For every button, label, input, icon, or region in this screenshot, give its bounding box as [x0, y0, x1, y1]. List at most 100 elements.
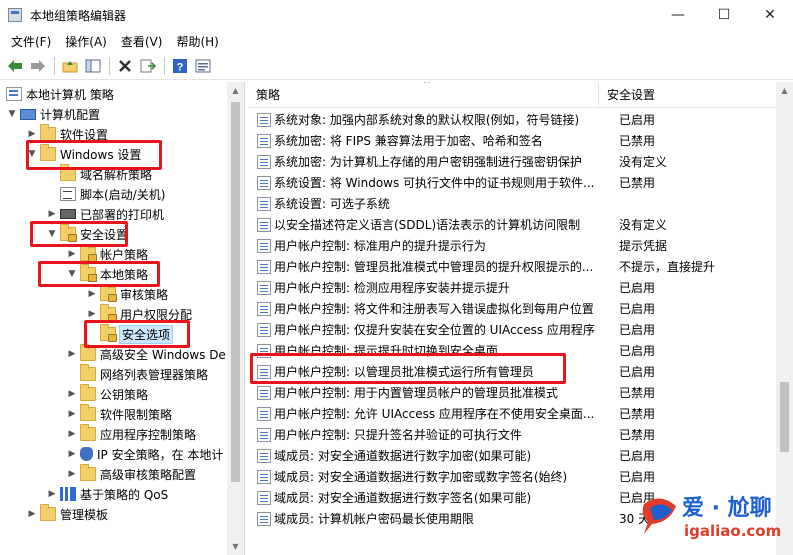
tree-scrollbar[interactable]: ▲ ▼	[227, 82, 244, 555]
tree-item-deployed-printers[interactable]: ▶ 已部署的打印机	[46, 204, 164, 224]
table-row[interactable]: 系统加密: 将 FIPS 兼容算法用于加密、哈希和签名 已禁用	[248, 130, 776, 151]
tree-item-audit-policy[interactable]: ▶ 审核策略	[86, 284, 168, 304]
policy-item-icon	[257, 154, 271, 169]
table-row-admin-approval-mode[interactable]: 用户帐户控制: 以管理员批准模式运行所有管理员 已启用	[248, 361, 776, 382]
chevron-right-icon[interactable]: ▶	[66, 409, 78, 419]
table-row[interactable]: 用户帐户控制: 提示提升时切换到安全桌面 已启用	[248, 340, 776, 361]
folder-icon	[80, 344, 96, 361]
properties-icon[interactable]	[192, 55, 214, 77]
tree-item-account-policies[interactable]: ▶ 帐户策略	[66, 244, 148, 264]
chevron-down-icon[interactable]: ▼	[66, 269, 78, 279]
chevron-down-icon[interactable]: ▼	[46, 229, 58, 239]
table-row[interactable]: 系统对象: 加强内部系统对象的默认权限(例如，符号链接) 已启用	[248, 109, 776, 130]
policy-list[interactable]: ^ 策略 安全设置 系统对象: 加强内部系统对象的默认权限(例如，符号链接) 已启…	[248, 82, 793, 555]
menu-action[interactable]: 操作(A)	[58, 33, 114, 50]
chevron-right-icon[interactable]: ▶	[46, 489, 58, 499]
minimize-button[interactable]: —	[655, 0, 701, 30]
tree-label: 安全选项	[118, 324, 174, 344]
forward-icon[interactable]	[27, 55, 49, 77]
policy-setting: 已启用	[619, 344, 656, 358]
tree-item-qos[interactable]: ▶ 基于策略的 QoS	[46, 484, 168, 504]
chevron-right-icon[interactable]: ▶	[66, 389, 78, 399]
tree-label: 应用程序控制策略	[100, 427, 197, 442]
menu-help[interactable]: 帮助(H)	[169, 33, 225, 50]
table-row[interactable]: 用户帐户控制: 标准用户的提升提示行为 提示凭据	[248, 235, 776, 256]
policy-name: 域成员: 对安全通道数据进行数字签名(如果可能)	[274, 491, 532, 505]
delete-icon[interactable]	[114, 55, 136, 77]
chevron-down-icon[interactable]: ▼	[6, 109, 18, 119]
up-folder-icon[interactable]	[59, 55, 81, 77]
lock-folder-icon	[100, 304, 117, 322]
column-header-setting[interactable]: 安全设置	[599, 82, 655, 107]
tree-label: IP 安全策略，在 本地计	[97, 447, 224, 462]
tree-item-user-rights[interactable]: ▶ 用户权限分配	[86, 304, 192, 324]
sort-ascending-icon: ^	[423, 82, 431, 90]
scrollbar-thumb[interactable]	[780, 382, 789, 452]
tree-item-security-options[interactable]: 安全选项	[86, 324, 174, 344]
scroll-down-icon[interactable]: ▼	[227, 538, 244, 555]
scrollbar-thumb[interactable]	[231, 102, 240, 482]
chevron-right-icon[interactable]: ▶	[66, 469, 78, 479]
back-icon[interactable]	[4, 55, 26, 77]
column-header-policy[interactable]: ^ 策略	[248, 82, 599, 107]
tree-item-security-settings[interactable]: ▼ 安全设置	[46, 224, 128, 244]
table-row[interactable]: 用户帐户控制: 只提升签名并验证的可执行文件 已禁用	[248, 424, 776, 445]
chevron-right-icon[interactable]: ▶	[26, 129, 38, 139]
table-row[interactable]: 用户帐户控制: 仅提升安装在安全位置的 UIAccess 应用程序 已启用	[248, 319, 776, 340]
chevron-right-icon[interactable]: ▶	[26, 509, 38, 519]
tree-item-advanced-firewall[interactable]: ▶ 高级安全 Windows De	[66, 344, 226, 364]
folder-icon	[80, 464, 96, 481]
scroll-up-icon[interactable]: ▲	[227, 82, 244, 99]
folder-icon	[80, 404, 96, 421]
column-label: 安全设置	[607, 88, 656, 102]
tree-item-app-control[interactable]: ▶ 应用程序控制策略	[66, 424, 196, 444]
qos-icon	[60, 487, 76, 501]
table-row[interactable]: 用户帐户控制: 管理员批准模式中管理员的提升权限提示的... 不提示，直接提升	[248, 256, 776, 277]
folder-icon	[40, 144, 56, 161]
tree-item-software-settings[interactable]: ▶ 软件设置	[26, 124, 108, 144]
table-row[interactable]: 系统设置: 可选子系统	[248, 193, 776, 214]
tree-item-local-policy[interactable]: 本地计算机 策略	[4, 84, 114, 104]
folder-icon	[60, 164, 76, 181]
tree-item-public-key[interactable]: ▶ 公钥策略	[66, 384, 148, 404]
tree-item-name-resolution-policy[interactable]: 域名解析策略	[46, 164, 152, 184]
chevron-right-icon[interactable]: ▶	[66, 429, 78, 439]
tree-item-local-policies[interactable]: ▼ 本地策略	[66, 264, 148, 284]
export-icon[interactable]	[137, 55, 159, 77]
chevron-right-icon[interactable]: ▶	[66, 249, 78, 259]
maximize-button[interactable]: ☐	[701, 0, 747, 30]
tree-item-network-list[interactable]: 网络列表管理器策略	[66, 364, 208, 384]
close-button[interactable]: ✕	[747, 0, 793, 30]
show-hide-tree-icon[interactable]	[82, 55, 104, 77]
chevron-right-icon[interactable]: ▶	[86, 289, 98, 299]
chevron-right-icon[interactable]: ▶	[86, 309, 98, 319]
tree-item-ip-security[interactable]: ▶ IP 安全策略，在 本地计	[66, 444, 223, 464]
scroll-up-icon[interactable]: ▲	[776, 82, 793, 99]
tree-item-admin-templates[interactable]: ▶ 管理模板	[26, 504, 108, 524]
table-row[interactable]: 用户帐户控制: 允许 UIAccess 应用程序在不使用安全桌面... 已禁用	[248, 403, 776, 424]
table-row[interactable]: 域成员: 对安全通道数据进行数字加密或数字签名(始终) 已启用	[248, 466, 776, 487]
table-row[interactable]: 用户帐户控制: 用于内置管理员帐户的管理员批准模式 已禁用	[248, 382, 776, 403]
table-row[interactable]: 以安全描述符定义语言(SDDL)语法表示的计算机访问限制 没有定义	[248, 214, 776, 235]
chevron-right-icon[interactable]: ▶	[66, 349, 78, 359]
menu-file[interactable]: 文件(F)	[4, 33, 58, 50]
table-row[interactable]: 用户帐户控制: 将文件和注册表写入错误虚拟化到每用户位置 已启用	[248, 298, 776, 319]
chevron-down-icon[interactable]: ▼	[26, 149, 38, 159]
watermark-url: igaliao.com	[684, 522, 782, 540]
table-row[interactable]: 系统设置: 将 Windows 可执行文件中的证书规则用于软件... 已禁用	[248, 172, 776, 193]
table-row[interactable]: 用户帐户控制: 检测应用程序安装并提示提升 已启用	[248, 277, 776, 298]
menu-view[interactable]: 查看(V)	[114, 33, 170, 50]
tree-item-software-restriction[interactable]: ▶ 软件限制策略	[66, 404, 172, 424]
list-scrollbar[interactable]: ▲	[776, 82, 793, 555]
table-row[interactable]: 系统加密: 为计算机上存储的用户密钥强制进行强密钥保护 没有定义	[248, 151, 776, 172]
chevron-right-icon[interactable]: ▶	[46, 209, 58, 219]
tree-item-scripts[interactable]: 脚本(启动/关机)	[46, 184, 165, 204]
tree-item-advanced-audit[interactable]: ▶ 高级审核策略配置	[66, 464, 196, 484]
tree-item-windows-settings[interactable]: ▼ Windows 设置	[26, 144, 141, 164]
table-row[interactable]: 域成员: 对安全通道数据进行数字加密(如果可能) 已启用	[248, 445, 776, 466]
chevron-right-icon[interactable]: ▶	[66, 449, 78, 459]
tree-item-computer-config[interactable]: ▼ 计算机配置	[6, 104, 100, 124]
console-tree[interactable]: 本地计算机 策略 ▼ 计算机配置 ▶ 软件设置 ▼ Windows 设置 域名解…	[0, 82, 245, 555]
help-icon[interactable]: ?	[169, 55, 191, 77]
policy-setting: 提示凭据	[619, 239, 668, 253]
